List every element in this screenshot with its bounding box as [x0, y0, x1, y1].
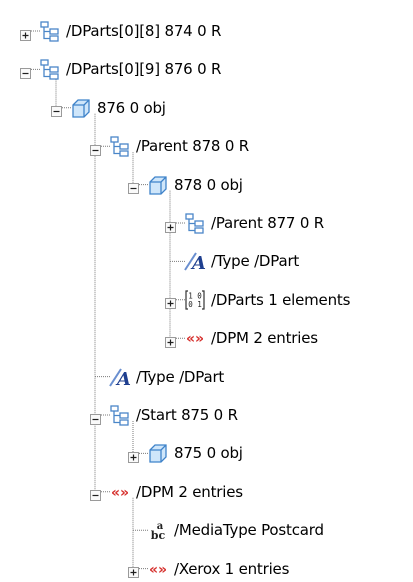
tree-node[interactable]: 878 0 obj	[147, 172, 243, 198]
collapse-toggle[interactable]	[19, 64, 31, 79]
expand-toggle[interactable]	[164, 333, 176, 348]
tree-node-label: /DParts[0][9] 876 0 R	[66, 60, 222, 79]
tree-node-label: 878 0 obj	[174, 175, 243, 194]
tree-node-label: /Type /DPart	[211, 252, 300, 271]
tree-node-label: /DParts 1 elements	[211, 290, 351, 309]
expand-toggle[interactable]	[127, 448, 139, 463]
tree-node[interactable]: «» /Xerox 1 entries	[147, 556, 289, 582]
name-a-icon: A	[109, 366, 131, 388]
tree-ref-icon	[109, 135, 131, 157]
expand-toggle[interactable]	[164, 218, 176, 233]
expand-toggle[interactable]	[19, 26, 31, 41]
tree-ref-icon	[184, 212, 206, 234]
tree-node-label: 875 0 obj	[174, 444, 243, 463]
tree-node-label: /Xerox 1 entries	[174, 559, 290, 578]
tree-node-label: /Parent 878 0 R	[136, 137, 249, 156]
svg-text:«»: «»	[149, 562, 167, 578]
svg-text:0 1: 0 1	[188, 300, 202, 309]
svg-text:A: A	[115, 369, 131, 388]
tree-node[interactable]: A/Type /DPart	[109, 364, 224, 390]
tree-node-label: /Start 875 0 R	[136, 406, 238, 424]
dict-icon: «»	[147, 558, 169, 580]
tree-node-label: /Type /DPart	[136, 367, 225, 386]
name-a-icon: A	[184, 250, 206, 272]
tree-node-label: /Parent 877 0 R	[211, 214, 324, 232]
collapse-toggle[interactable]	[127, 179, 139, 195]
dict-icon: «»	[109, 481, 131, 503]
tree-node[interactable]: «» /DPM 2 entries	[184, 325, 318, 351]
expand-toggle[interactable]	[127, 563, 139, 579]
tree-node[interactable]: /DParts[0][8] 874 0 R	[39, 18, 221, 44]
array-icon: 1 0 0 1	[184, 289, 206, 311]
object-tree: /DParts[0][8] 874 0 R /DParts[0][9] 876 …	[0, 0, 413, 579]
tree-node[interactable]: A/Type /DPart	[184, 248, 299, 274]
string-abc-icon: a bc	[147, 519, 169, 541]
tree-node[interactable]: 1 0 0 1/DParts 1 elements	[184, 287, 350, 313]
tree-node[interactable]: /Start 875 0 R	[109, 402, 238, 428]
cube-icon	[70, 97, 92, 119]
collapse-toggle[interactable]	[50, 102, 62, 118]
dict-icon: «»	[184, 327, 206, 349]
tree-node-label: 876 0 obj	[97, 98, 166, 117]
tree-node[interactable]: /DParts[0][9] 876 0 R	[39, 56, 221, 82]
tree-node[interactable]: a bc/MediaType Postcard	[147, 517, 324, 543]
tree-node-label: /DPM 2 entries	[136, 482, 243, 501]
tree-ref-icon	[39, 58, 61, 81]
svg-text:«»: «»	[111, 485, 129, 501]
svg-text:A: A	[190, 253, 206, 272]
tree-node-label: /MediaType Postcard	[174, 521, 324, 540]
tree-ref-icon	[39, 20, 61, 42]
collapse-toggle[interactable]	[89, 141, 101, 156]
tree-node[interactable]: «» /DPM 2 entries	[109, 479, 243, 505]
collapse-toggle[interactable]	[89, 486, 101, 502]
svg-text:bc: bc	[151, 529, 166, 541]
tree-node[interactable]: 875 0 obj	[147, 440, 243, 466]
tree-ref-icon	[109, 404, 131, 426]
svg-text:«»: «»	[186, 331, 204, 347]
tree-node[interactable]: /Parent 878 0 R	[109, 133, 249, 159]
tree-node-label: /DParts[0][8] 874 0 R	[66, 22, 222, 40]
expand-toggle[interactable]	[164, 294, 176, 310]
tree-node[interactable]: 876 0 obj	[70, 95, 166, 121]
tree-node[interactable]: /Parent 877 0 R	[184, 210, 324, 236]
collapse-toggle[interactable]	[89, 410, 101, 425]
tree-node-label: /DPM 2 entries	[211, 329, 318, 348]
cube-icon	[147, 174, 169, 196]
cube-icon	[147, 442, 169, 464]
